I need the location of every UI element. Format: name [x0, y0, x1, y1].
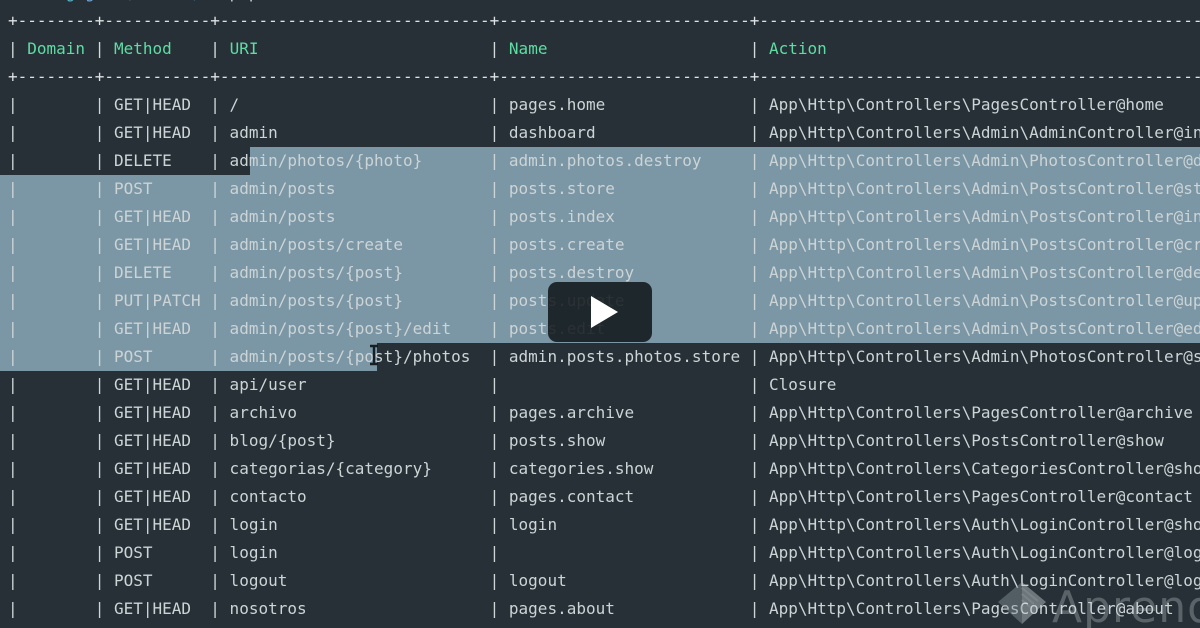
column-header-name: Name — [508, 39, 750, 58]
route-row: | | GET|HEAD | contacto | pages.contact … — [8, 487, 1193, 506]
column-separator: | — [489, 39, 509, 58]
table-border-header: +--------+-----------+------------------… — [8, 67, 1200, 86]
aprendible-logo-icon — [998, 582, 1046, 624]
play-icon — [590, 296, 618, 328]
column-separator: | — [749, 39, 770, 58]
route-row: | | DELETE | admin/photos/{photo} | admi… — [8, 151, 1200, 170]
text-cursor-ibeam — [368, 344, 380, 366]
route-row: | | POST | login | | App\Http\Controller… — [8, 543, 1200, 562]
video-play-button[interactable] — [548, 282, 652, 342]
route-row: | | GET|HEAD | login | login | App\Http\… — [8, 515, 1200, 534]
route-row: | | GET|HEAD | admin | dashboard | App\H… — [8, 123, 1200, 142]
route-row: | | GET|HEAD | / | pages.home | App\Http… — [8, 95, 1164, 114]
column-header-method: Method — [113, 39, 211, 58]
column-header-action: Action — [769, 39, 827, 58]
prompt-git-suffix: ) — [191, 0, 201, 2]
route-row: | | POST | admin/posts/{post}/photos | a… — [8, 347, 1200, 366]
table-border-top: +--------+-----------+------------------… — [8, 11, 1200, 30]
prompt-command: php artisan route:list — [230, 0, 442, 2]
watermark: Aprendible — [996, 580, 1200, 628]
route-row: | | GET|HEAD | api/user | | Closure — [8, 375, 837, 394]
prompt-arrow: ➜ — [8, 0, 18, 2]
watermark-text: Aprendible — [1052, 582, 1200, 628]
route-row: | | GET|HEAD | categorias/{category} | c… — [8, 459, 1200, 478]
column-separator: | — [210, 39, 230, 58]
prompt-directory: blog — [37, 0, 76, 2]
column-header-domain: Domain — [27, 39, 95, 58]
column-separator: | — [94, 39, 114, 58]
terminal-screen: ➜ blog git:(master) ✗ php artisan route:… — [0, 0, 1200, 628]
route-row: | | GET|HEAD | blog/{post} | posts.show … — [8, 431, 1164, 450]
route-rows: | | GET|HEAD | / | pages.home | App\Http… — [8, 91, 1200, 623]
column-header-uri: URI — [229, 39, 490, 58]
route-row: | | GET|HEAD | admin/posts/create | post… — [8, 235, 1200, 254]
route-row: | | GET|HEAD | archivo | pages.archive |… — [8, 403, 1193, 422]
shell-prompt: ➜ blog git:(master) ✗ php artisan route:… — [8, 0, 1200, 7]
table-header-row: | Domain | Method | URI | Name | Action — [8, 35, 1200, 63]
prompt-git-prefix: git:( — [85, 0, 133, 2]
column-separator: | — [8, 39, 28, 58]
prompt-dirty-flag: ✗ — [210, 0, 220, 2]
route-row: | | GET|HEAD | admin/posts | posts.index… — [8, 207, 1200, 226]
route-row: | | POST | admin/posts | posts.store | A… — [8, 179, 1200, 198]
prompt-git-branch: master — [133, 0, 191, 2]
